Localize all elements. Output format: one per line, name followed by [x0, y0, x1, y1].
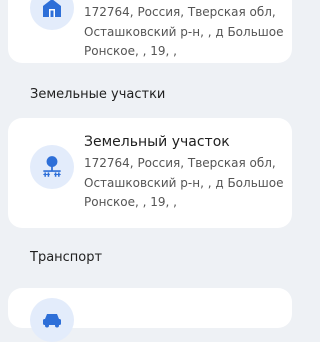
- property-card-land[interactable]: Земельный участок 172764, Россия, Тверск…: [8, 118, 292, 228]
- address-line: 172764, Россия, Тверская обл,: [84, 156, 276, 170]
- house-icon-badge: [30, 0, 74, 30]
- land-plot-icon-badge: [30, 145, 74, 189]
- house-icon: [43, 0, 61, 17]
- address-line: Ронское, , 19, ,: [84, 195, 177, 209]
- address-line: 172764, Россия, Тверская обл,: [84, 5, 276, 19]
- car-icon-badge: [30, 298, 74, 342]
- address-line: Осташковский р-н, , д Большое: [84, 175, 284, 190]
- transport-card[interactable]: [8, 288, 292, 342]
- property-address: 172764, Россия, Тверская обл, Осташковск…: [84, 3, 284, 62]
- car-icon: [43, 314, 61, 328]
- property-card-house[interactable]: 172764, Россия, Тверская обл, Осташковск…: [8, 0, 292, 63]
- land-plot-icon: [43, 156, 61, 177]
- address-line: Осташковский р-н, , д Большое: [84, 24, 284, 39]
- address-line: Ронское, , 19, ,: [84, 44, 177, 58]
- property-title: Земельный участок: [84, 134, 230, 150]
- property-address: 172764, Россия, Тверская обл, Осташковск…: [84, 154, 284, 213]
- section-title-transport: Транспорт: [30, 250, 103, 265]
- section-title-land: Земельные участки: [30, 87, 166, 102]
